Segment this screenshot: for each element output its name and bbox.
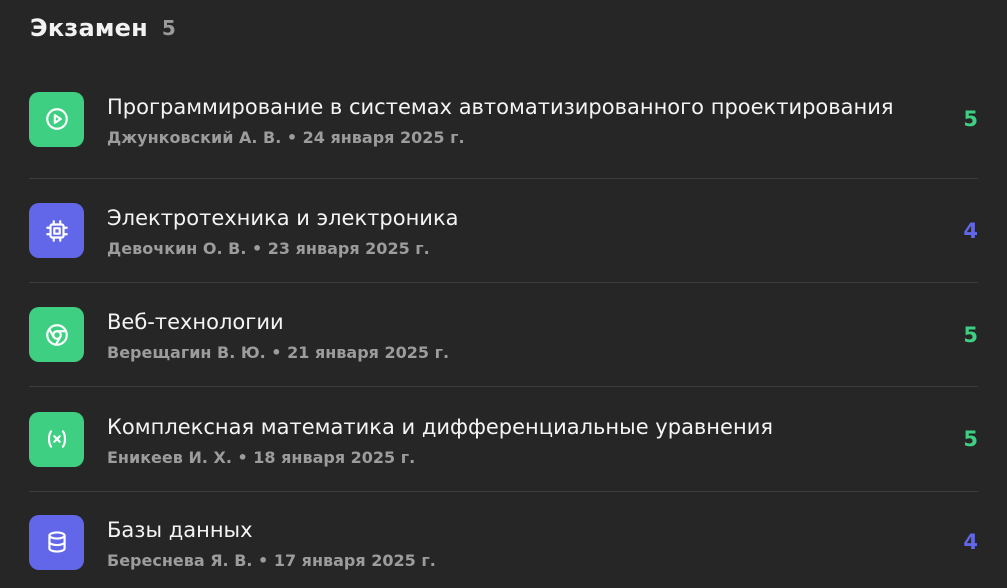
section-title: Экзамен bbox=[30, 14, 148, 42]
play-circle-icon bbox=[29, 91, 84, 147]
variable-icon bbox=[29, 411, 84, 467]
chrome-icon bbox=[29, 307, 84, 362]
exam-text: Программирование в системах автоматизиро… bbox=[107, 92, 938, 147]
exam-row-1[interactable]: Электротехника и электроника Девочкин О.… bbox=[29, 179, 978, 283]
exam-section: Экзамен 5 Программирование в системах ав… bbox=[0, 0, 1007, 588]
exam-text: Базы данных Береснева Я. В. • 17 января … bbox=[107, 515, 938, 570]
database-icon bbox=[29, 514, 84, 570]
exam-title: Программирование в системах автоматизиро… bbox=[107, 94, 894, 119]
section-count: 5 bbox=[161, 16, 176, 40]
exam-title: Комплексная математика и дифференциальны… bbox=[107, 414, 773, 439]
chip-icon bbox=[29, 203, 84, 258]
exam-row-3[interactable]: Комплексная математика и дифференциальны… bbox=[29, 387, 978, 492]
exam-row-4[interactable]: Базы данных Береснева Я. В. • 17 января … bbox=[29, 492, 978, 588]
exam-meta: Девочкин О. В. • 23 января 2025 г. bbox=[107, 239, 430, 258]
exam-text: Электротехника и электроника Девочкин О.… bbox=[107, 203, 938, 258]
exam-meta: Береснева Я. В. • 17 января 2025 г. bbox=[107, 550, 436, 570]
exam-row-0[interactable]: Программирование в системах автоматизиро… bbox=[29, 60, 978, 179]
exam-title: Электротехника и электроника bbox=[107, 206, 459, 230]
exam-list: Программирование в системах автоматизиро… bbox=[29, 60, 978, 588]
section-header: Экзамен 5 bbox=[30, 10, 176, 46]
exam-grade: 4 bbox=[963, 530, 978, 554]
exam-text: Веб-технологии Верещагин В. Ю. • 21 янва… bbox=[107, 307, 938, 362]
exam-row-2[interactable]: Веб-технологии Верещагин В. Ю. • 21 янва… bbox=[29, 283, 978, 387]
exam-grade: 5 bbox=[963, 107, 978, 131]
exam-grade: 5 bbox=[963, 427, 978, 451]
exam-meta: Верещагин В. Ю. • 21 января 2025 г. bbox=[107, 343, 450, 362]
exam-text: Комплексная математика и дифференциальны… bbox=[107, 412, 938, 467]
exam-grade: 4 bbox=[963, 218, 978, 243]
exam-grade: 5 bbox=[963, 322, 978, 347]
exam-meta: Джунковский А. В. • 24 января 2025 г. bbox=[107, 127, 465, 147]
exam-meta: Еникеев И. Х. • 18 января 2025 г. bbox=[107, 447, 416, 467]
exam-title: Базы данных bbox=[107, 517, 253, 542]
exam-title: Веб-технологии bbox=[107, 310, 284, 334]
